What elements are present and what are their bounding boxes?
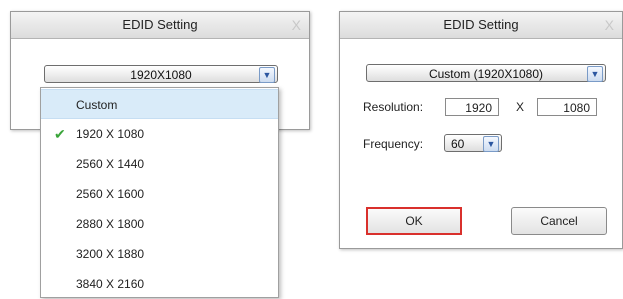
dropdown-option-label: Custom — [76, 98, 118, 112]
resolution-combobox-value: Custom (1920X1080) — [428, 67, 544, 81]
close-icon[interactable]: X — [292, 12, 301, 38]
dropdown-option-3200x1880[interactable]: 3200 X 1880 — [41, 239, 278, 269]
dropdown-option-label: 3200 X 1880 — [76, 247, 145, 261]
dropdown-option-3840x2160[interactable]: 3840 X 2160 — [41, 269, 278, 299]
chevron-down-icon[interactable]: ▼ — [483, 136, 499, 152]
resolution-height-value: 1080 — [563, 101, 590, 115]
resolution-dropdown-list: Custom ✔ 1920 X 1080 2560 X 1440 2560 X … — [40, 87, 279, 298]
chevron-down-icon[interactable]: ▼ — [259, 67, 275, 83]
left-dialog-titlebar: EDID Setting X — [11, 12, 309, 39]
ok-button[interactable]: OK — [366, 207, 462, 235]
frequency-combobox-value: 60 — [451, 137, 465, 151]
right-edid-dialog: EDID Setting X Custom (1920X1080) ▼ Reso… — [339, 11, 623, 249]
resolution-combobox[interactable]: Custom (1920X1080) ▼ — [366, 64, 606, 82]
frequency-label: Frequency: — [363, 137, 424, 151]
frequency-combobox[interactable]: 60 ▼ — [444, 134, 502, 152]
close-icon[interactable]: X — [605, 12, 614, 38]
resolution-combobox-value: 1920X1080 — [130, 68, 192, 82]
dropdown-option-label: 2560 X 1440 — [76, 157, 145, 171]
resolution-width-value: 1920 — [465, 101, 492, 115]
right-dialog-title: EDID Setting — [443, 17, 519, 32]
cancel-button[interactable]: Cancel — [511, 207, 607, 235]
resolution-x-separator: X — [516, 100, 525, 114]
dropdown-option-2560x1440[interactable]: 2560 X 1440 — [41, 149, 278, 179]
dropdown-option-label: 2880 X 1800 — [76, 217, 145, 231]
dropdown-option-label: 1920 X 1080 — [76, 127, 145, 141]
dropdown-option-label: 2560 X 1600 — [76, 187, 145, 201]
left-dialog-title: EDID Setting — [122, 17, 198, 32]
resolution-label: Resolution: — [363, 100, 424, 114]
cancel-button-label: Cancel — [540, 214, 578, 228]
resolution-height-input[interactable]: 1080 — [537, 98, 597, 116]
check-icon: ✔ — [54, 126, 66, 142]
dropdown-option-2880x1800[interactable]: 2880 X 1800 — [41, 209, 278, 239]
resolution-width-input[interactable]: 1920 — [445, 98, 499, 116]
resolution-combobox[interactable]: 1920X1080 ▼ — [44, 65, 278, 83]
dropdown-option-custom[interactable]: Custom — [41, 89, 278, 119]
right-dialog-titlebar: EDID Setting X — [340, 12, 622, 39]
chevron-down-icon[interactable]: ▼ — [587, 66, 603, 82]
dropdown-option-1920x1080[interactable]: ✔ 1920 X 1080 — [41, 119, 278, 149]
ok-button-label: OK — [405, 214, 423, 228]
dropdown-option-2560x1600[interactable]: 2560 X 1600 — [41, 179, 278, 209]
dropdown-option-label: 3840 X 2160 — [76, 277, 145, 291]
